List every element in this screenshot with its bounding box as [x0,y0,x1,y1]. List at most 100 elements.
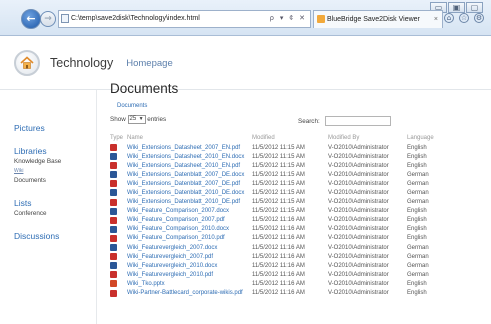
pdf-file-icon [110,144,117,151]
search-input[interactable] [325,116,391,126]
column-header-name[interactable]: Name [127,133,252,143]
site-title[interactable]: Technology [50,56,113,70]
address-controls[interactable]: ρ ▾ ¢ ✕ [270,11,307,27]
type-cell [110,198,127,207]
name-cell[interactable]: Wiki_Feature_Comparison_2010.pdf [127,234,252,243]
language-cell: English [407,208,427,215]
table-row[interactable]: Wiki_Feature_Comparison_2010.pdf 11/5/201… [110,234,462,243]
modified-by-cell: V-O2010\Administrator [328,144,389,151]
modified-cell: 11/5/2012 11:16 AM [252,235,305,242]
docx-file-icon [110,207,117,215]
name-cell[interactable]: Wiki_Extensions_Datasheet_2007_EN.pdf [127,143,252,152]
column-header-modified[interactable]: Modified [252,133,328,143]
home-icon[interactable]: ⌂ [444,13,454,23]
name-cell[interactable]: Wiki_Extensions_Datenblatt_2007_DE.docx [127,170,252,179]
language-cell: English [407,235,427,242]
name-cell[interactable]: Wiki_Tko.pptx [127,279,252,288]
close-tab-icon[interactable]: × [434,11,438,28]
name-cell[interactable]: Wiki_Featurevergleich_2010.docx [127,261,252,270]
column-header-modified-by[interactable]: Modified By [328,133,407,143]
sidebar-item-documents[interactable]: Documents [14,177,46,184]
breadcrumb[interactable]: Documents [117,103,482,109]
type-cell [110,243,127,252]
table-row[interactable]: Wiki_Extensions_Datasheet_2007_EN.pdf 11/… [110,143,462,152]
type-cell [110,279,127,288]
table-row[interactable]: Wiki_Tko.pptx 11/5/2012 11:16 AM V-O2010\A… [110,279,462,288]
name-cell[interactable]: Wiki_Extensions_Datasheet_2010_EN.pdf [127,161,252,170]
table-row[interactable]: Wiki-Partner-Battlecard_corporate-wikis.… [110,289,462,298]
table-row[interactable]: Wiki_Extensions_Datenblatt_2010_DE.pdf 11… [110,198,462,207]
favorites-star-icon[interactable]: ☆ [459,13,469,23]
maximize-button[interactable]: ▣ [448,2,465,13]
modified-by-cell: V-O2010\Administrator [328,244,389,251]
close-window-button[interactable]: ▢ [466,2,483,13]
table-row[interactable]: Wiki_Feature_Comparison_2007.docx 11/5/20… [110,207,462,216]
search-label: Search: [298,118,320,125]
table-row[interactable]: Wiki_Extensions_Datenblatt_2007_DE.docx 1… [110,170,462,179]
modified-cell: 11/5/2012 11:16 AM [252,226,305,233]
sidebar-item-pictures[interactable]: Pictures [14,123,45,133]
site-logo-home-icon[interactable] [14,50,40,76]
name-cell[interactable]: Wiki-Partner-Battlecard_corporate-wikis.… [127,289,252,298]
entries-per-page-select[interactable]: 25 ▼ [127,115,146,124]
sidebar: Pictures Libraries Knowledge Base Wiki D… [14,90,98,324]
table-row[interactable]: Wiki_Featurevergleich_2007.docx 11/5/2012… [110,243,462,252]
page-content: Technology Homepage Pictures Libraries K… [0,37,491,324]
name-cell[interactable]: Wiki_Featurevergleich_2007.pdf [127,252,252,261]
pdf-file-icon [110,234,117,242]
table-row[interactable]: Wiki_Featurevergleich_2010.pdf 11/5/2012 … [110,270,462,279]
back-arrow-icon[interactable]: ← [21,9,41,29]
language-cell: English [407,144,427,151]
language-cell: German [407,199,429,206]
language-cell: German [407,253,429,260]
table-row[interactable]: Wiki_Featurevergleich_2007.pdf 11/5/2012 … [110,252,462,261]
tools-gear-icon[interactable]: ⚙ [474,13,484,23]
name-cell[interactable]: Wiki_Extensions_Datenblatt_2007_DE.pdf [127,179,252,188]
language-cell: German [407,262,429,269]
table-row[interactable]: Wiki_Feature_Comparison_2007.pdf 11/5/201… [110,216,462,225]
sidebar-item-wiki[interactable]: Wiki [14,168,23,174]
type-cell [110,207,127,216]
table-row[interactable]: Wiki_Extensions_Datenblatt_2007_DE.pdf 11… [110,179,462,188]
sidebar-item-lists[interactable]: Lists [14,198,31,208]
name-cell[interactable]: Wiki_Feature_Comparison_2010.docx [127,225,252,234]
docx-file-icon [110,244,117,252]
table-controls: Show 25 ▼ entries Search: [110,115,482,131]
language-cell: English [407,226,427,233]
table-row[interactable]: Wiki_Feature_Comparison_2010.docx 11/5/20… [110,225,462,234]
name-cell[interactable]: Wiki_Extensions_Datasheet_2010_EN.docx [127,152,252,161]
main-content: Documents Documents Show 25 ▼ entries Sea… [110,81,482,298]
type-cell [110,161,127,170]
name-cell[interactable]: Wiki_Featurevergleich_2007.docx [127,243,252,252]
modified-cell: 11/5/2012 11:16 AM [252,217,305,224]
address-bar[interactable]: C:\temp\save2disk\Technology\index.html … [58,10,311,28]
table-row[interactable]: Wiki_Featurevergleich_2010.docx 11/5/2012… [110,261,462,270]
name-cell[interactable]: Wiki_Featurevergleich_2010.pdf [127,270,252,279]
language-cell: German [407,190,429,197]
name-cell[interactable]: Wiki_Extensions_Datenblatt_2010_DE.docx [127,188,252,197]
sidebar-item-discussions[interactable]: Discussions [14,231,59,241]
table-row[interactable]: Wiki_Extensions_Datenblatt_2010_DE.docx 1… [110,188,462,197]
type-cell [110,252,127,261]
table-row[interactable]: Wiki_Extensions_Datasheet_2010_EN.pdf 11/… [110,161,462,170]
column-header-type[interactable]: Type [110,133,127,143]
table-body: Wiki_Extensions_Datasheet_2007_EN.pdf 11/… [110,143,462,298]
name-cell[interactable]: Wiki_Extensions_Datenblatt_2010_DE.pdf [127,198,252,207]
docx-file-icon [110,153,117,161]
browser-tab[interactable]: BlueBridge Save2Disk Viewer × [313,10,443,28]
pdf-file-icon [110,271,117,279]
column-header-language[interactable]: Language [407,133,462,143]
forward-arrow-icon[interactable]: → [40,11,56,27]
table-row[interactable]: Wiki_Extensions_Datasheet_2010_EN.docx 11… [110,152,462,161]
language-cell: German [407,180,429,187]
sidebar-item-conference[interactable]: Conference [14,210,47,217]
modified-by-cell: V-O2010\Administrator [328,217,389,224]
homepage-link[interactable]: Homepage [126,58,172,69]
modified-cell: 11/5/2012 11:15 AM [252,199,305,206]
sidebar-item-libraries[interactable]: Libraries [14,146,47,156]
name-cell[interactable]: Wiki_Feature_Comparison_2007.pdf [127,216,252,225]
type-cell [110,179,127,188]
name-cell[interactable]: Wiki_Feature_Comparison_2007.docx [127,207,252,216]
sidebar-item-knowledge-base[interactable]: Knowledge Base [14,158,61,165]
language-cell: English [407,162,427,169]
